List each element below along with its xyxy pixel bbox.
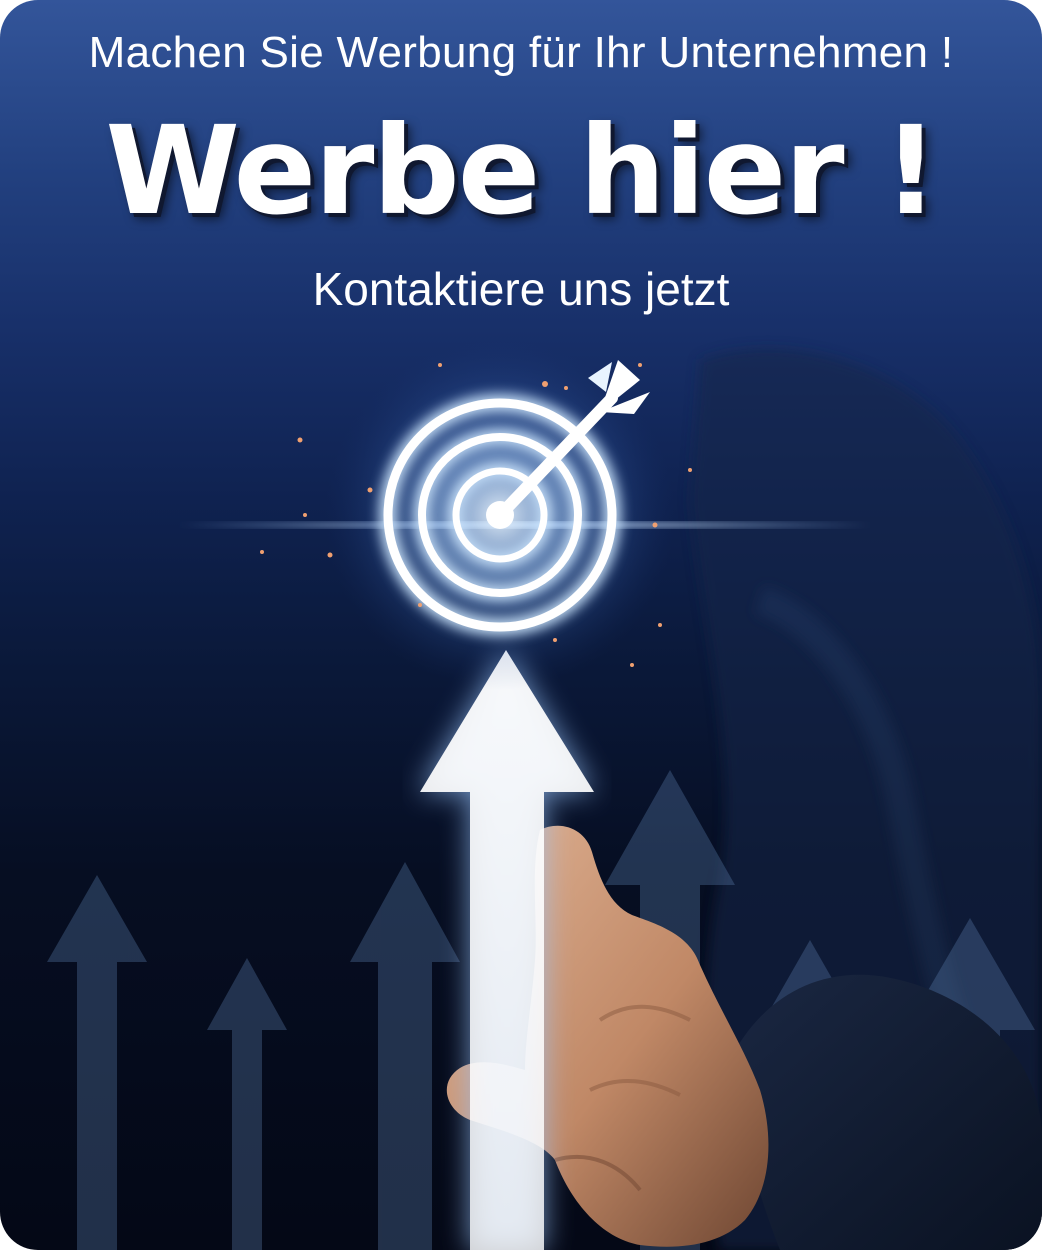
ad-headline[interactable]: Werbe hier ! (0, 100, 1042, 242)
ad-call-to-action[interactable]: Kontaktiere uns jetzt (0, 262, 1042, 316)
ad-text-block: Machen Sie Werbung für Ihr Unternehmen !… (0, 0, 1042, 330)
ad-tagline: Machen Sie Werbung für Ihr Unternehmen ! (88, 28, 954, 77)
target-icon (325, 340, 675, 690)
ad-banner[interactable]: Machen Sie Werbung für Ihr Unternehmen !… (0, 0, 1042, 1250)
